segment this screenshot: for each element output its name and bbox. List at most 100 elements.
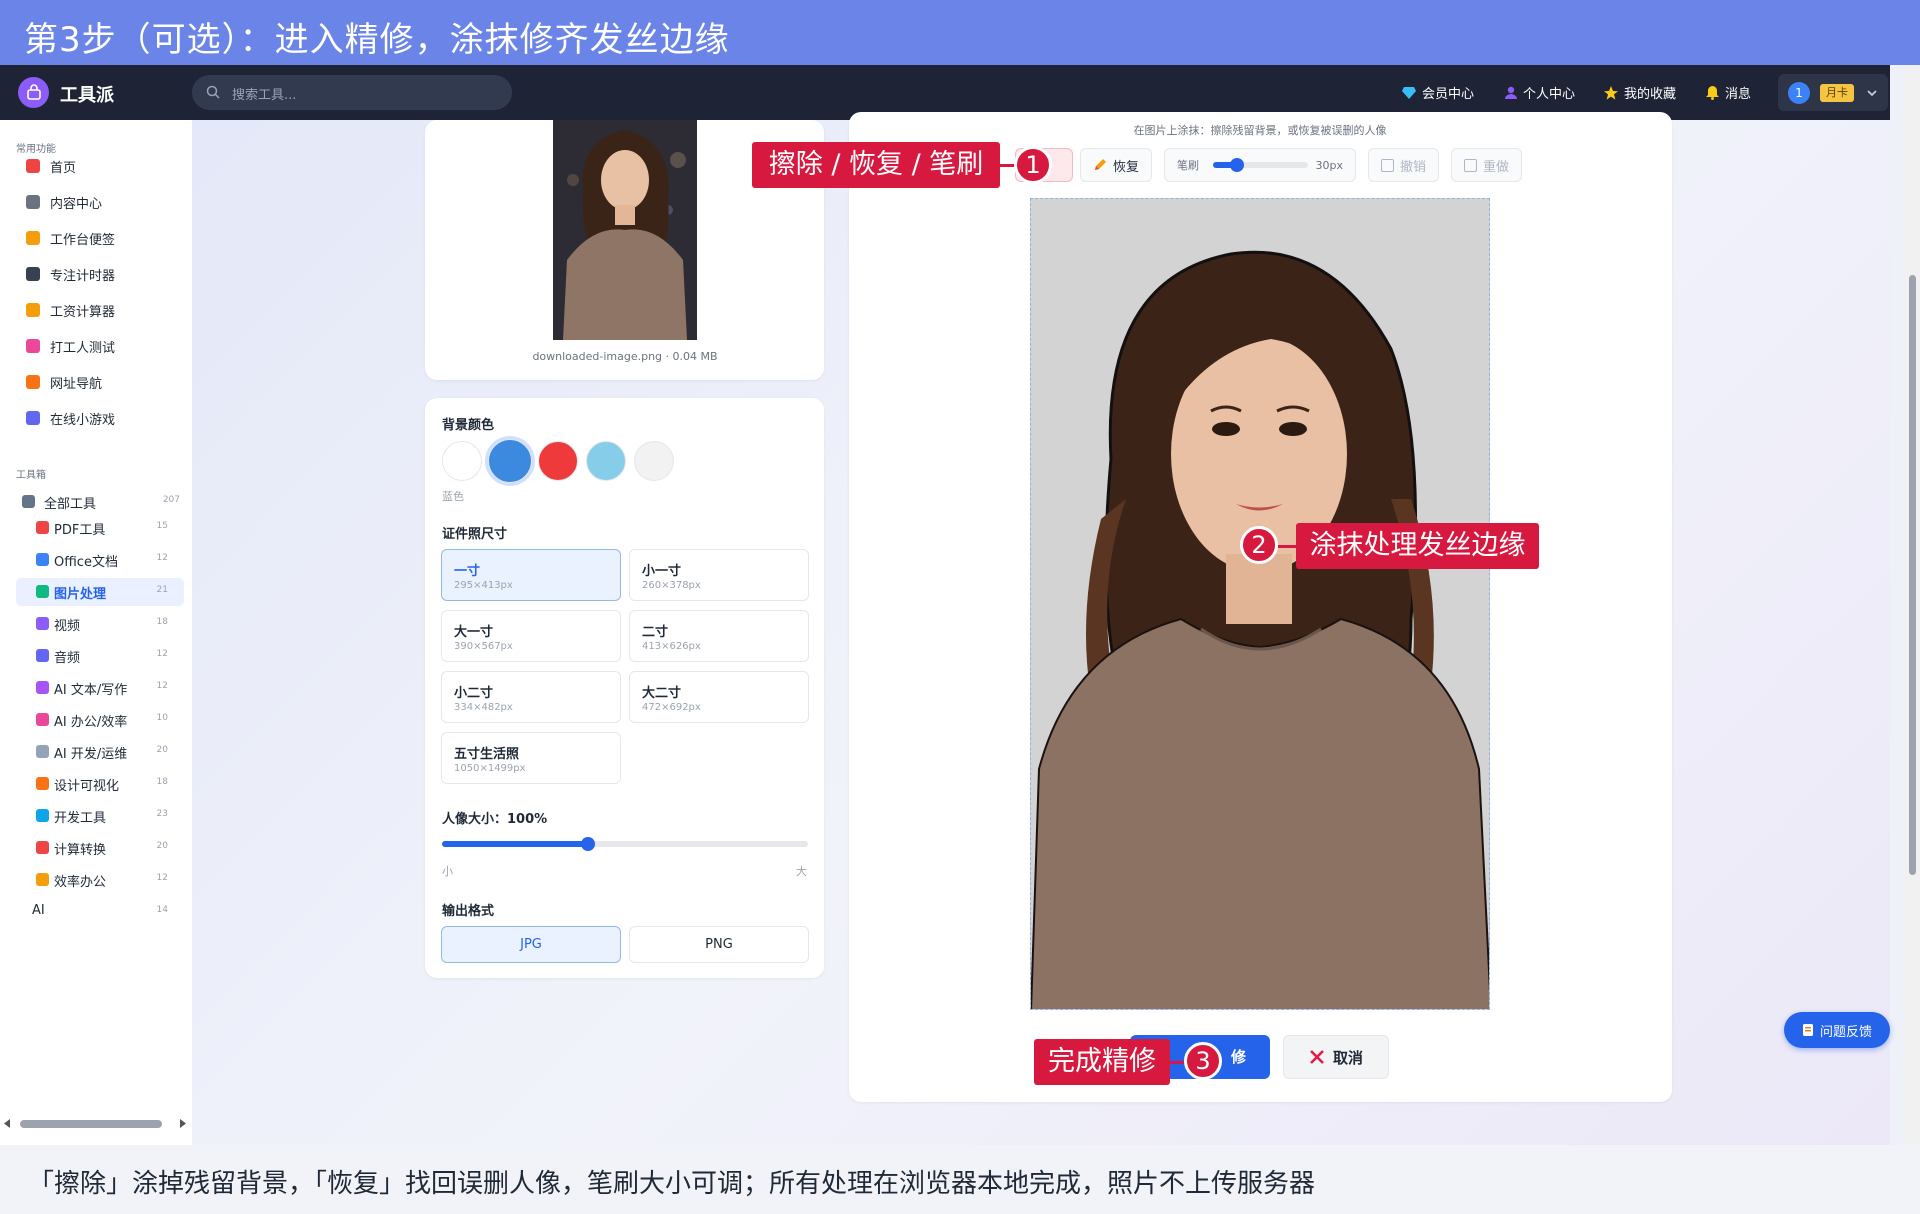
menu-item-icon: [26, 195, 40, 209]
callout-3: 完成精修: [1034, 1039, 1170, 1085]
brush-size-slider[interactable]: [1213, 158, 1308, 172]
color-swatch-light-blue[interactable]: [586, 441, 626, 481]
sidebar-item-common[interactable]: 网址导航: [26, 371, 102, 393]
color-swatch-blue[interactable]: [488, 439, 532, 483]
size-option-name: 小二寸: [454, 686, 494, 701]
size-option-button[interactable]: 大一寸 390×567px: [441, 610, 621, 662]
size-option-name: 五寸生活照: [454, 747, 520, 762]
sidebar-item-tool[interactable]: Office文档 12: [16, 546, 184, 574]
sidebar-item-tool[interactable]: AI 办公/效率 10: [16, 706, 184, 734]
sidebar-item-count: 20: [156, 841, 168, 851]
size-option-button[interactable]: 二寸 413×626px: [629, 610, 809, 662]
format-jpg-button[interactable]: JPG: [441, 926, 621, 963]
sidebar-item-label: PDF工具: [54, 523, 106, 538]
menu-item-icon: [26, 267, 40, 281]
bell-icon: [1706, 85, 1719, 100]
sidebar-item-common[interactable]: 打工人测试: [26, 335, 115, 357]
sidebar-item-label: 开发工具: [54, 811, 107, 826]
sidebar-item-common[interactable]: 首页: [26, 155, 76, 177]
size-option-button[interactable]: 一寸 295×413px: [441, 549, 621, 601]
sidebar-section-common: 常用功能: [16, 144, 56, 155]
search-input[interactable]: 搜索工具...: [192, 75, 512, 110]
sidebar-item-tool[interactable]: AI 开发/运维 20: [16, 738, 184, 766]
sidebar-item-label: AI: [32, 903, 45, 918]
cancel-button[interactable]: 取消: [1283, 1035, 1389, 1079]
category-icon: [36, 777, 49, 790]
scrollbar-thumb[interactable]: [1909, 275, 1916, 875]
sidebar-item-label: AI 办公/效率: [54, 715, 128, 730]
sidebar-item-tool[interactable]: 开发工具 23: [16, 802, 184, 830]
color-swatch-light-gray[interactable]: [634, 441, 674, 481]
sidebar-item-tool[interactable]: AI 文本/写作 12: [16, 674, 184, 702]
nav-vip-center[interactable]: 会员中心: [1402, 83, 1474, 102]
user-icon: [1505, 86, 1517, 99]
portrait-size-label: 人像大小：100%: [442, 812, 548, 827]
format-png-button[interactable]: PNG: [629, 926, 809, 963]
diamond-icon: [1402, 86, 1416, 99]
pencil-icon: [1095, 159, 1106, 170]
sidebar-item-tool[interactable]: 视频 18: [16, 610, 184, 638]
search-icon: [206, 84, 220, 103]
undo-label: 撤销: [1400, 159, 1427, 175]
sidebar-item-tool[interactable]: 图片处理 21: [16, 578, 184, 606]
sidebar-item-tool[interactable]: 计算转换 20: [16, 834, 184, 862]
menu-item-icon: [26, 159, 40, 173]
sidebar: 常用功能 首页内容中心工作台便签专注计时器工资计算器打工人测试网址导航在线小游戏…: [0, 120, 192, 1207]
size-option-button[interactable]: 大二寸 472×692px: [629, 671, 809, 723]
color-swatch-white[interactable]: [442, 441, 482, 481]
size-option-button[interactable]: 小一寸 260×378px: [629, 549, 809, 601]
sidebar-item-common[interactable]: 工资计算器: [26, 299, 115, 321]
sidebar-item-count: 18: [156, 777, 168, 787]
nav-favorites[interactable]: 我的收藏: [1604, 83, 1676, 102]
sidebar-item-count: 23: [156, 809, 168, 819]
sidebar-item-count: 10: [156, 713, 168, 723]
restore-button[interactable]: 恢复: [1080, 148, 1153, 182]
sidebar-item-common[interactable]: 在线小游戏: [26, 407, 115, 429]
slider-max-label: 大: [796, 865, 807, 878]
cancel-label: 取消: [1332, 1048, 1363, 1067]
sidebar-item-common[interactable]: 专注计时器: [26, 263, 115, 285]
sidebar-item-tool[interactable]: AI 14: [16, 898, 184, 926]
sidebar-item-tool[interactable]: 效率办公 12: [16, 866, 184, 894]
feedback-button[interactable]: 问题反馈: [1784, 1012, 1890, 1048]
color-swatch-red[interactable]: [538, 441, 578, 481]
category-icon: [36, 809, 49, 822]
sidebar-item-tool[interactable]: 设计可视化 18: [16, 770, 184, 798]
sidebar-item-count: 21: [156, 585, 168, 595]
chevron-down-icon: [1866, 84, 1878, 103]
category-icon: [36, 713, 49, 726]
sidebar-horizontal-scrollbar[interactable]: [0, 1115, 192, 1131]
sidebar-item-common[interactable]: 工作台便签: [26, 227, 115, 249]
sidebar-item-all-tools[interactable]: 全部工具 207: [16, 488, 184, 516]
user-menu[interactable]: 1 月卡: [1778, 74, 1888, 111]
category-icon: [36, 681, 49, 694]
file-caption: downloaded-image.png · 0.04 MB: [532, 350, 718, 363]
sidebar-item-common[interactable]: 内容中心: [26, 191, 102, 213]
nav-profile[interactable]: 个人中心: [1505, 83, 1575, 102]
page-vertical-scrollbar[interactable]: [1905, 65, 1920, 1145]
star-icon: [1604, 85, 1618, 100]
sidebar-item-label: 专注计时器: [50, 268, 116, 284]
logo-icon[interactable]: [18, 77, 49, 108]
size-option-pixels: 1050×1499px: [454, 763, 526, 774]
sidebar-item-tool[interactable]: PDF工具 15: [16, 514, 184, 542]
slider-knob[interactable]: [1229, 158, 1244, 172]
portrait-size-slider[interactable]: [442, 837, 808, 851]
scrollbar-thumb[interactable]: [20, 1120, 162, 1128]
app-name[interactable]: 工具派: [60, 81, 114, 107]
size-option-button[interactable]: 五寸生活照 1050×1499px: [441, 732, 621, 784]
sidebar-item-tool[interactable]: 音频 12: [16, 642, 184, 670]
sidebar-item-label: 计算转换: [54, 843, 107, 858]
callout-2-number: 2: [1240, 526, 1278, 564]
nav-messages[interactable]: 消息: [1706, 83, 1751, 102]
sidebar-item-label: 音频: [54, 651, 81, 666]
sidebar-item-count: 15: [156, 521, 168, 531]
sidebar-item-count: 20: [156, 745, 168, 755]
sidebar-item-label: 设计可视化: [54, 779, 120, 794]
redo-button[interactable]: 重做: [1451, 148, 1523, 182]
category-icon: [36, 841, 49, 854]
size-option-button[interactable]: 小二寸 334×482px: [441, 671, 621, 723]
undo-button[interactable]: 撤销: [1368, 148, 1440, 182]
caption-text: 「擦除」涂掉残留背景，「恢复」找回误删人像，笔刷大小可调；所有处理在浏览器本地完…: [28, 1169, 1316, 1199]
edit-canvas[interactable]: [1030, 198, 1490, 1010]
